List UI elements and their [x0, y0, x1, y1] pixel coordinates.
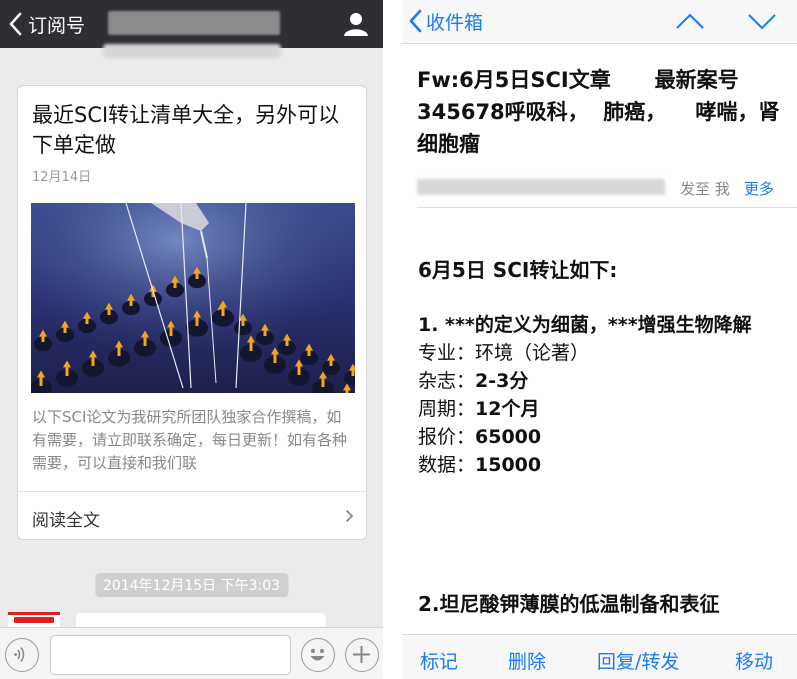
mail-from-row: 发至 我 更多 [417, 176, 792, 200]
read-more-label: 阅读全文 [32, 511, 100, 531]
back-button[interactable]: 订阅号 [8, 9, 85, 39]
body-item-title: 2.坦尼酸钾薄膜的低温制备和表征 [418, 592, 720, 616]
mail-subject: Fw:6月5日SCI文章 最新案号345678呼吸科， 肺癌， 哮喘，肾细胞瘤 [417, 68, 780, 156]
article-summary: 以下SCI论文为我研究所团队独家合作撰稿，如有需要，请立即联系确定，每日更新！如… [32, 408, 348, 472]
body-heading: 6月5日 SCI转让如下: [418, 258, 618, 282]
plus-icon [353, 646, 370, 663]
body-field-row: 杂志：2-3分 [418, 370, 529, 392]
body-item-title: 1. ***的定义为细菌，***增强生物降解 [418, 314, 752, 336]
back-label: 订阅号 [28, 14, 86, 37]
back-chevron-icon [409, 9, 422, 33]
reply-forward-button[interactable]: 回复/转发 [597, 647, 679, 674]
sent-to-label: 发至 我 [680, 180, 730, 198]
emoji-button[interactable] [301, 638, 335, 672]
inbox-label: 收件箱 [426, 11, 484, 34]
chevron-up-icon[interactable] [674, 8, 706, 34]
mail-body: 6月5日 SCI转让如下: 1. ***的定义为细菌，***增强生物降解 专业：… [418, 255, 788, 479]
voice-button[interactable] [5, 638, 39, 672]
chevron-down-icon[interactable] [746, 8, 778, 34]
mail-toolbar: 标记 删除 回复/转发 移动 [402, 634, 797, 679]
delete-button[interactable]: 删除 [508, 647, 546, 674]
move-button[interactable]: 移动 [735, 647, 773, 674]
divider [417, 207, 797, 208]
user-icon[interactable] [343, 11, 369, 37]
article-title: 最近SCI转让清单大全，另外可以下单定做 [32, 103, 340, 157]
plus-button[interactable] [345, 638, 379, 672]
chat-input[interactable] [50, 635, 291, 675]
body-field-row: 专业：环境（论著） [418, 342, 590, 364]
mail-nav-bar: 收件箱 [402, 0, 797, 44]
article-date: 12月14日 [32, 170, 92, 185]
article-card[interactable]: 最近SCI转让清单大全，另外可以下单定做 12月14日 以下SCI论文为我研究所… [17, 85, 367, 540]
redacted-account-name [108, 11, 280, 35]
redacted-sender [417, 179, 665, 195]
emoji-icon [310, 649, 325, 661]
mail-panel: 收件箱 Fw:6月5日SCI文章 最新案号345678呼吸科， 肺癌， 哮喘，肾… [402, 0, 797, 679]
message-timestamp: 2014年12月15日 下午3:03 [94, 573, 289, 597]
chat-input-bar [0, 627, 383, 679]
redacted-timestamp [102, 44, 281, 58]
message-bubble[interactable] [76, 613, 326, 627]
flag-button[interactable]: 标记 [420, 647, 458, 674]
wechat-panel: 订阅号 最近SCI转让清单大全，另外可以下单定做 12月14日 以下SCI论文为… [0, 0, 383, 679]
panel-gap [383, 0, 402, 679]
inbox-back-button[interactable]: 收件箱 [408, 6, 483, 36]
body-field-row: 报价：65000 [418, 426, 542, 448]
back-chevron-icon [9, 12, 22, 36]
wechat-header: 订阅号 [0, 0, 383, 48]
body-field-row: 周期：12个月 [418, 398, 540, 420]
chevron-right-icon [345, 509, 354, 523]
body-field-row: 数据：15000 [418, 454, 542, 476]
more-details-link[interactable]: 更多 [744, 178, 774, 199]
article-cover-image [31, 203, 355, 393]
voice-icon [14, 647, 25, 662]
read-more-link[interactable]: 阅读全文 [18, 492, 366, 540]
